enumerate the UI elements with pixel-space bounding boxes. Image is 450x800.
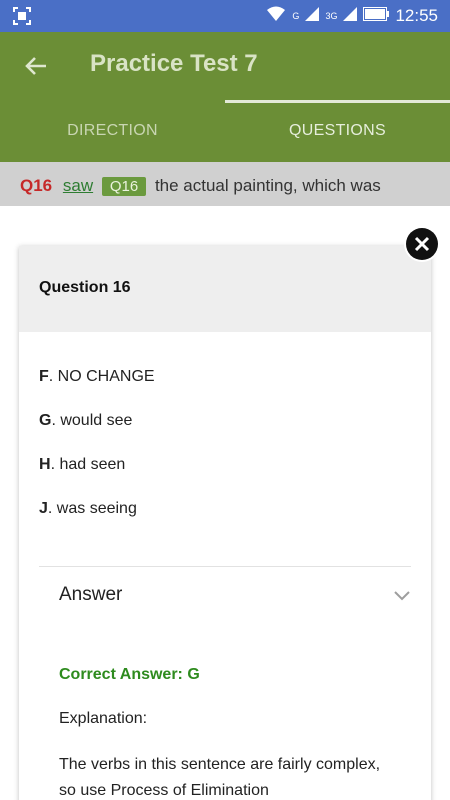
close-button[interactable] (406, 228, 438, 260)
option-f[interactable]: F. NO CHANGE (39, 368, 431, 412)
question-header: Question 16 (19, 246, 431, 332)
battery-icon (363, 6, 390, 26)
question-number: Q16 (20, 176, 53, 195)
option-g[interactable]: G. would see (39, 412, 431, 456)
options-list: F. NO CHANGE G. would see H. had seen J.… (19, 332, 431, 544)
tab-indicator (225, 100, 450, 103)
option-text: . was seeing (47, 500, 137, 517)
chevron-down-icon[interactable] (393, 588, 411, 602)
question-card: Question 16 F. NO CHANGE G. would see H.… (19, 246, 431, 800)
tab-bar: DIRECTION QUESTIONS (0, 100, 450, 162)
screenshot-icon (12, 6, 32, 26)
tab-direction[interactable]: DIRECTION (0, 100, 225, 162)
tab-questions[interactable]: QUESTIONS (225, 100, 450, 162)
explanation-text: The verbs in this sentence are fairly co… (59, 756, 381, 799)
page-title: Practice Test 7 (90, 50, 258, 77)
network-label-3g: 3G (325, 11, 338, 21)
divider (39, 566, 411, 567)
passage-line: Q16 saw Q16 the actual painting, which w… (0, 162, 450, 206)
option-letter: G (39, 412, 52, 429)
signal-icon (305, 6, 320, 26)
passage-text: the actual painting, which was (154, 176, 381, 195)
app-bar: Practice Test 7 (0, 32, 450, 100)
status-time: 12:55 (395, 6, 438, 25)
option-letter: F (39, 368, 49, 385)
explanation-label: Explanation: (59, 710, 148, 727)
wifi-icon (266, 6, 286, 27)
option-h[interactable]: H. had seen (39, 456, 431, 500)
close-icon (406, 236, 438, 264)
option-text: . would see (51, 412, 133, 429)
option-text: . had seen (50, 456, 126, 473)
answer-toggle[interactable]: Answer (59, 584, 411, 614)
option-text: . NO CHANGE (48, 368, 155, 385)
underlined-text[interactable]: saw (63, 176, 93, 195)
correct-answer: Correct Answer: G (59, 666, 200, 683)
option-j[interactable]: J. was seeing (39, 500, 431, 544)
option-letter: H (39, 456, 51, 473)
answer-label: Answer (59, 584, 123, 605)
network-label: G (292, 11, 300, 21)
arrow-left-icon[interactable] (22, 52, 50, 80)
option-letter: J (39, 500, 48, 517)
status-bar: G 3G 12:55 (0, 0, 450, 32)
question-chip[interactable]: Q16 (101, 177, 147, 196)
signal-3g-icon (343, 6, 358, 26)
